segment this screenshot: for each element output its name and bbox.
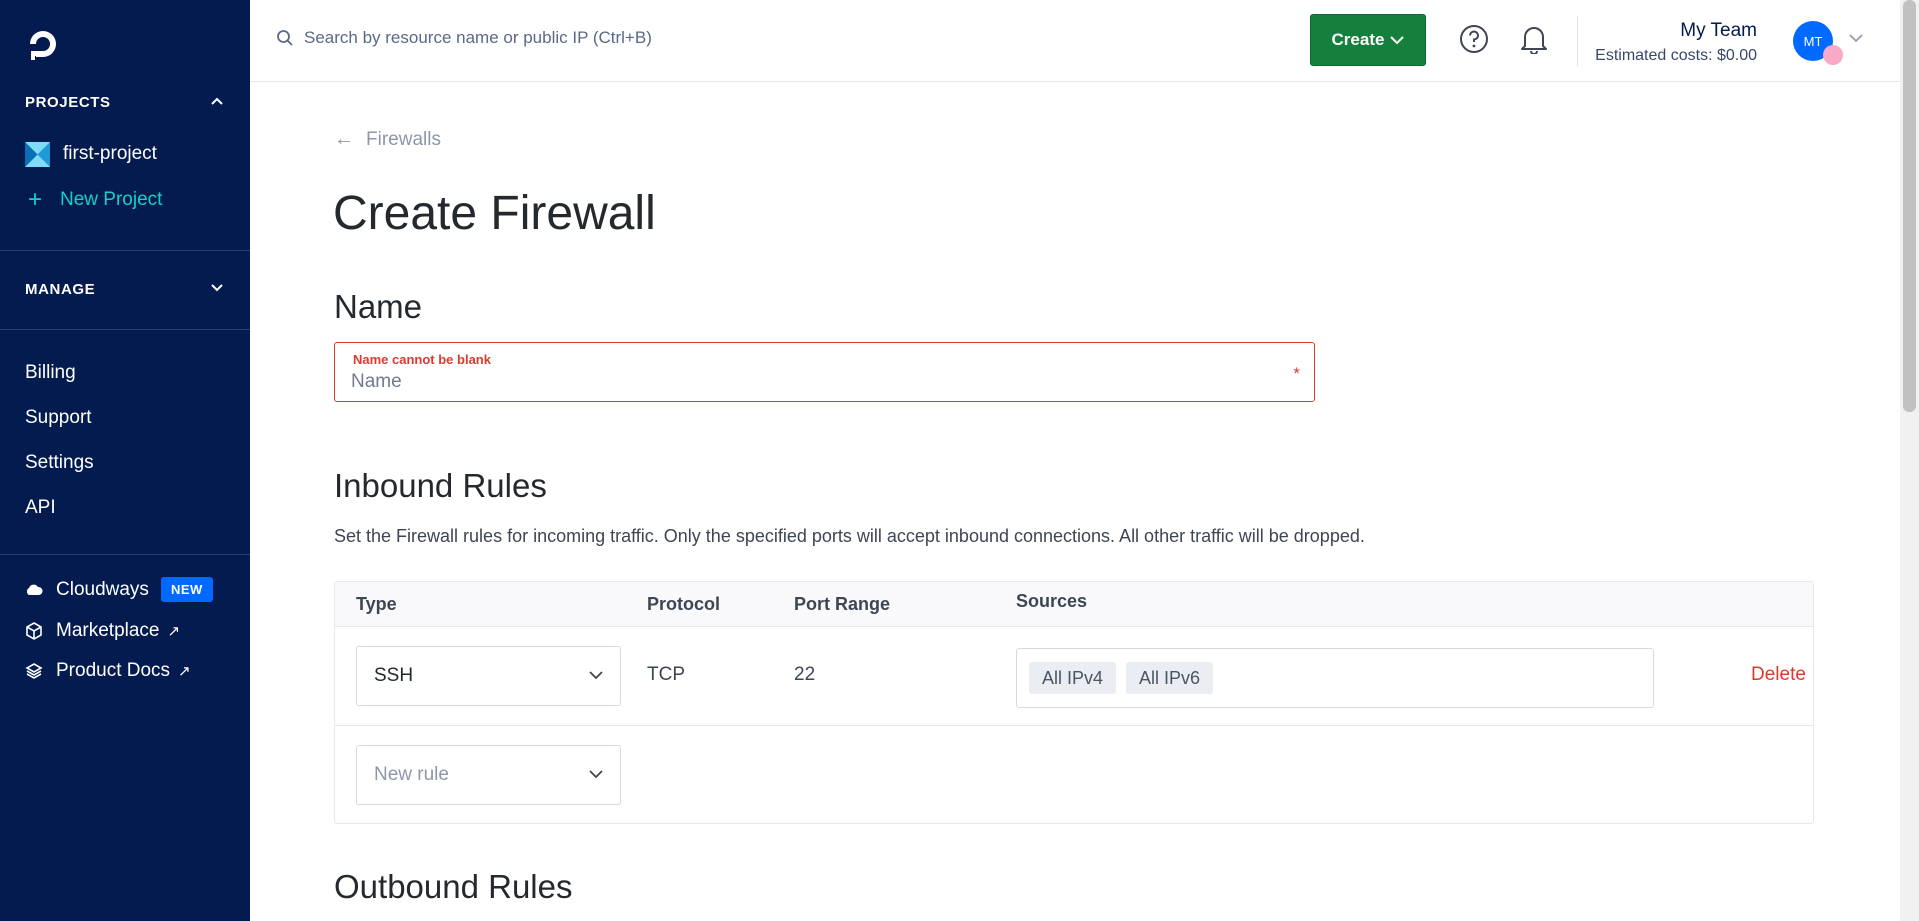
sidebar-divider — [0, 329, 250, 330]
back-label: Firewalls — [366, 128, 441, 150]
sidebar-item-support[interactable]: Support — [25, 407, 92, 429]
table-header: Type Protocol Port Range Sources — [335, 582, 1813, 627]
external-link-icon: ↗ — [178, 663, 191, 680]
layers-icon — [25, 663, 43, 679]
required-asterisk: * — [1293, 364, 1300, 383]
inbound-rules-table: Type Protocol Port Range Sources SSH TCP… — [334, 581, 1814, 824]
help-icon[interactable] — [1459, 24, 1489, 54]
rule-port-range: 22 — [794, 664, 816, 685]
sidebar-item-marketplace[interactable]: Marketplace ↗ — [25, 620, 180, 642]
avatar-badge-icon — [1823, 45, 1843, 65]
inbound-rules-heading: Inbound Rules — [334, 467, 547, 504]
back-link-firewalls[interactable]: ← Firewalls — [334, 128, 441, 151]
marketplace-label: Marketplace — [56, 620, 160, 641]
create-button[interactable]: Create — [1310, 14, 1426, 66]
cloudways-label: Cloudways — [56, 578, 149, 600]
cube-icon — [26, 622, 42, 640]
scrollbar-thumb[interactable] — [1903, 0, 1916, 412]
new-project-label: New Project — [60, 189, 163, 210]
rule-type-value: SSH — [374, 665, 414, 686]
search-placeholder: Search by resource name or public IP (Ct… — [304, 28, 652, 47]
chevron-down-icon[interactable] — [1849, 33, 1863, 43]
team-switcher[interactable]: My Team Estimated costs: $0.00 — [1595, 20, 1757, 65]
new-project-button[interactable]: + New Project — [28, 188, 162, 212]
chevron-up-icon[interactable] — [209, 93, 225, 109]
page-title: Create Firewall — [333, 187, 656, 240]
sidebar-divider — [0, 554, 250, 555]
search-input[interactable]: Search by resource name or public IP (Ct… — [276, 28, 652, 48]
column-header-port-range: Port Range — [794, 594, 891, 614]
arrow-left-icon: ← — [334, 128, 354, 150]
chevron-down-icon — [589, 671, 603, 680]
name-error-message: Name cannot be blank — [353, 352, 491, 367]
project-name: first-project — [63, 143, 157, 164]
sidebar-item-cloudways[interactable]: Cloudways NEW — [25, 577, 213, 602]
name-input[interactable] — [351, 369, 1251, 395]
rule-protocol: TCP — [647, 664, 685, 685]
inbound-rules-description: Set the Firewall rules for incoming traf… — [334, 526, 1365, 546]
column-header-type: Type — [356, 594, 397, 614]
chevron-down-icon — [1390, 36, 1405, 45]
top-bar: Search by resource name or public IP (Ct… — [250, 0, 1900, 82]
external-link-icon: ↗ — [167, 623, 181, 640]
sidebar-item-api[interactable]: API — [25, 497, 56, 519]
search-icon — [277, 30, 293, 46]
sidebar-item-settings[interactable]: Settings — [25, 452, 94, 474]
source-tag-ipv4[interactable]: All IPv4 — [1029, 662, 1117, 694]
create-button-label: Create — [1331, 30, 1385, 49]
notifications-bell-icon[interactable] — [1520, 24, 1548, 54]
product-docs-label: Product Docs — [56, 660, 171, 681]
delete-rule-button[interactable]: Delete — [1751, 664, 1806, 686]
source-tag-ipv6[interactable]: All IPv6 — [1126, 662, 1214, 694]
rule-type-select[interactable]: SSH — [356, 646, 621, 706]
page-scrollbar[interactable] — [1900, 0, 1919, 921]
sidebar-divider — [0, 250, 250, 251]
topbar-divider — [1577, 16, 1578, 66]
new-badge: NEW — [160, 577, 213, 602]
manage-heading: MANAGE — [25, 281, 96, 298]
sidebar-item-first-project[interactable]: first-project — [25, 141, 157, 167]
project-icon — [25, 141, 50, 167]
column-header-sources: Sources — [1016, 591, 1088, 611]
new-rule-placeholder: New rule — [374, 764, 449, 785]
estimated-costs: Estimated costs: $0.00 — [1595, 47, 1757, 64]
sidebar-item-billing[interactable]: Billing — [25, 362, 76, 384]
chevron-down-icon[interactable] — [209, 280, 225, 296]
chevron-down-icon — [589, 770, 603, 779]
outbound-rules-heading: Outbound Rules — [334, 868, 573, 905]
name-heading: Name — [334, 288, 423, 325]
digitalocean-logo-icon[interactable] — [24, 26, 62, 64]
new-rule-select[interactable]: New rule — [356, 745, 621, 805]
sidebar-item-product-docs[interactable]: Product Docs ↗ — [25, 660, 191, 682]
column-header-protocol: Protocol — [647, 594, 721, 614]
team-name: My Team — [1680, 20, 1757, 41]
projects-heading: PROJECTS — [25, 94, 111, 111]
sidebar: PROJECTS first-project + New Project MAN… — [0, 0, 250, 921]
plus-icon: + — [28, 186, 43, 213]
table-row: SSH TCP 22 All IPv4 All IPv6 Delete — [335, 627, 1813, 726]
name-field[interactable]: Name cannot be blank * — [334, 342, 1315, 402]
rule-sources-input[interactable]: All IPv4 All IPv6 — [1016, 648, 1654, 708]
cloud-icon — [26, 584, 43, 595]
